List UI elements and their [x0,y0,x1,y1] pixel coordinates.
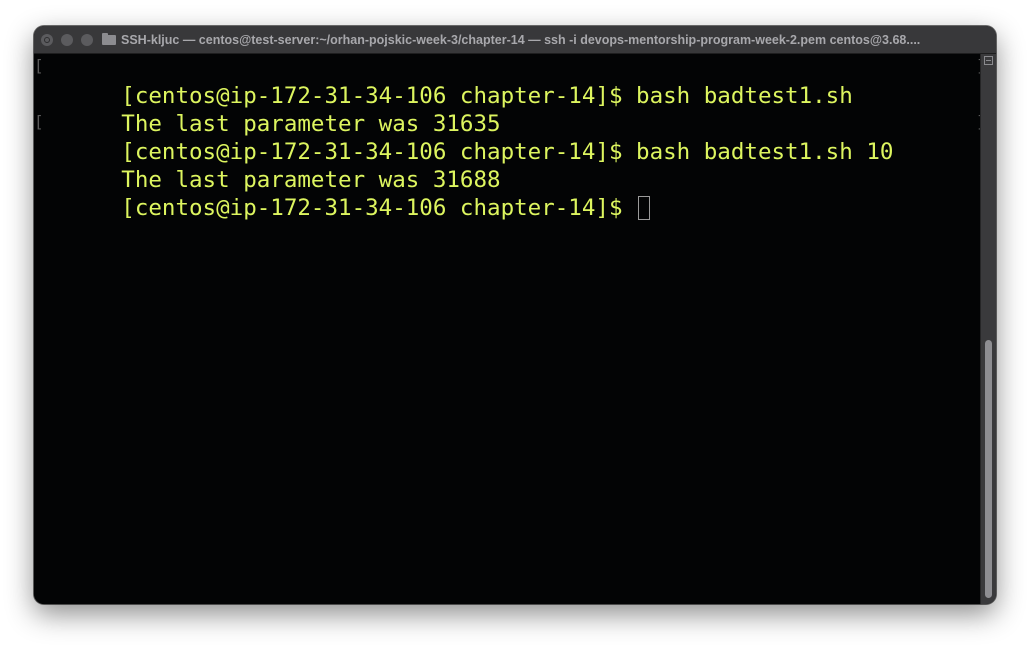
prompt-line[interactable]: [centos@ip-172-31-34-106 chapter-14]$ [40,166,980,221]
scrollbar-thumb[interactable] [985,340,992,598]
command-mark-left-icon: [ [34,112,44,131]
terminal-line: [[centos@ip-172-31-34-106 chapter-14]$ b… [34,110,986,166]
title-bar[interactable]: SSH-kljuc — centos@test-server:~/orhan-p… [34,26,996,54]
minimize-window-button[interactable] [61,34,73,46]
terminal-line: [[centos@ip-172-31-34-106 chapter-14]$ b… [34,54,986,110]
command-mark-left-icon: [ [34,56,44,75]
terminal-line: The last parameter was 31635 [40,82,980,137]
terminal-line: The last parameter was 31688 [40,138,980,193]
folder-icon [102,33,116,45]
split-pane-icon[interactable] [984,56,993,65]
shell-prompt: [centos@ip-172-31-34-106 chapter-14]$ [121,195,637,221]
vertical-scrollbar[interactable] [980,54,996,604]
block-cursor-icon [638,196,651,220]
window-title: SSH-kljuc — centos@test-server:~/orhan-p… [121,33,921,47]
terminal-output[interactable]: [[centos@ip-172-31-34-106 chapter-14]$ b… [34,54,986,604]
terminal-window: SSH-kljuc — centos@test-server:~/orhan-p… [34,26,996,604]
close-window-button[interactable] [41,34,53,46]
zoom-window-button[interactable] [81,34,93,46]
